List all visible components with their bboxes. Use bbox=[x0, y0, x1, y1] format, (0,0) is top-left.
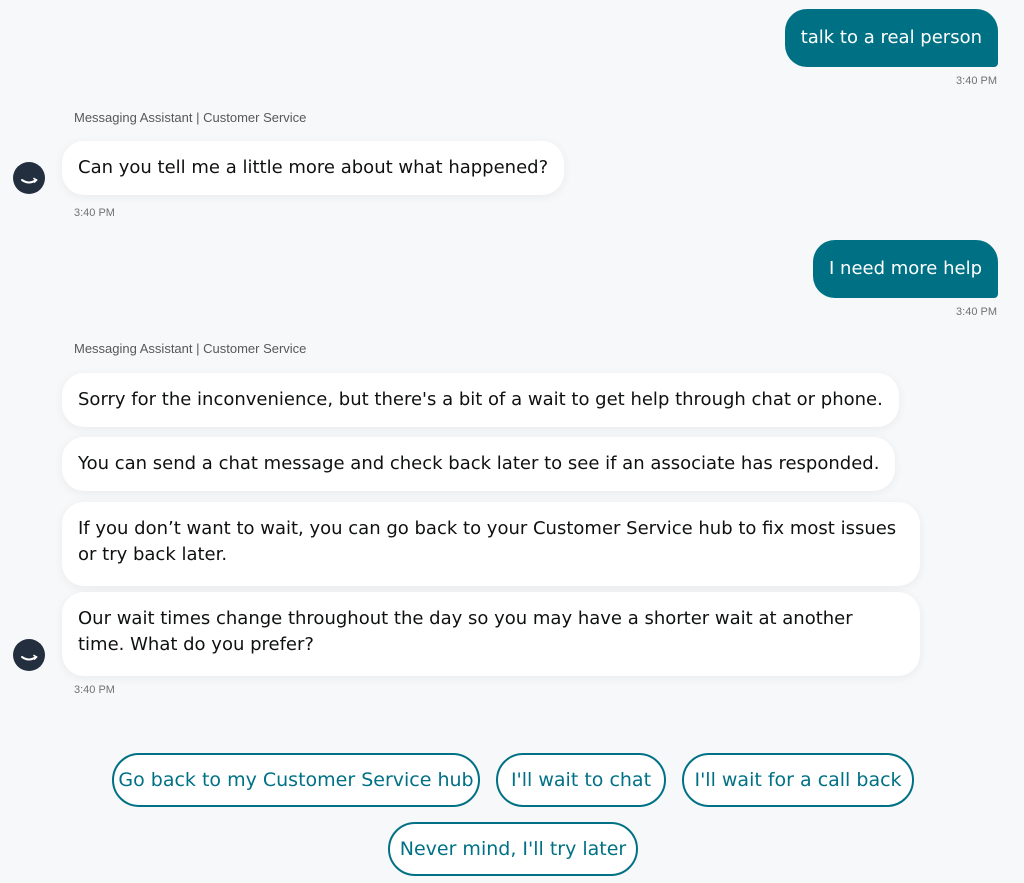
assistant-avatar-icon bbox=[13, 162, 45, 194]
user-message-bubble: I need more help bbox=[813, 240, 998, 298]
bot-message-bubble: Can you tell me a little more about what… bbox=[62, 141, 565, 195]
chat-transcript: talk to a real person 3:40 PM Messaging … bbox=[0, 0, 1024, 883]
quick-reply-button[interactable]: I'll wait to chat bbox=[496, 753, 666, 807]
quick-reply-button[interactable]: Go back to my Customer Service hub bbox=[112, 753, 480, 807]
message-timestamp: 3:40 PM bbox=[956, 75, 997, 87]
assistant-avatar-icon bbox=[13, 639, 45, 671]
user-message-bubble: talk to a real person bbox=[784, 9, 998, 67]
message-timestamp: 3:40 PM bbox=[74, 684, 115, 696]
message-timestamp: 3:40 PM bbox=[74, 207, 115, 219]
sender-label: Messaging Assistant | Customer Service bbox=[74, 110, 307, 125]
bot-message-bubble: Our wait times change throughout the day… bbox=[62, 592, 920, 676]
quick-reply-button[interactable]: I'll wait for a call back bbox=[682, 753, 914, 807]
bot-message-bubble: If you don’t want to wait, you can go ba… bbox=[62, 502, 920, 586]
quick-reply-button[interactable]: Never mind, I'll try later bbox=[388, 822, 638, 876]
bot-message-bubble: You can send a chat message and check ba… bbox=[62, 437, 896, 491]
sender-label: Messaging Assistant | Customer Service bbox=[74, 341, 307, 356]
bot-message-bubble: Sorry for the inconvenience, but there's… bbox=[62, 373, 899, 427]
message-timestamp: 3:40 PM bbox=[956, 306, 997, 318]
